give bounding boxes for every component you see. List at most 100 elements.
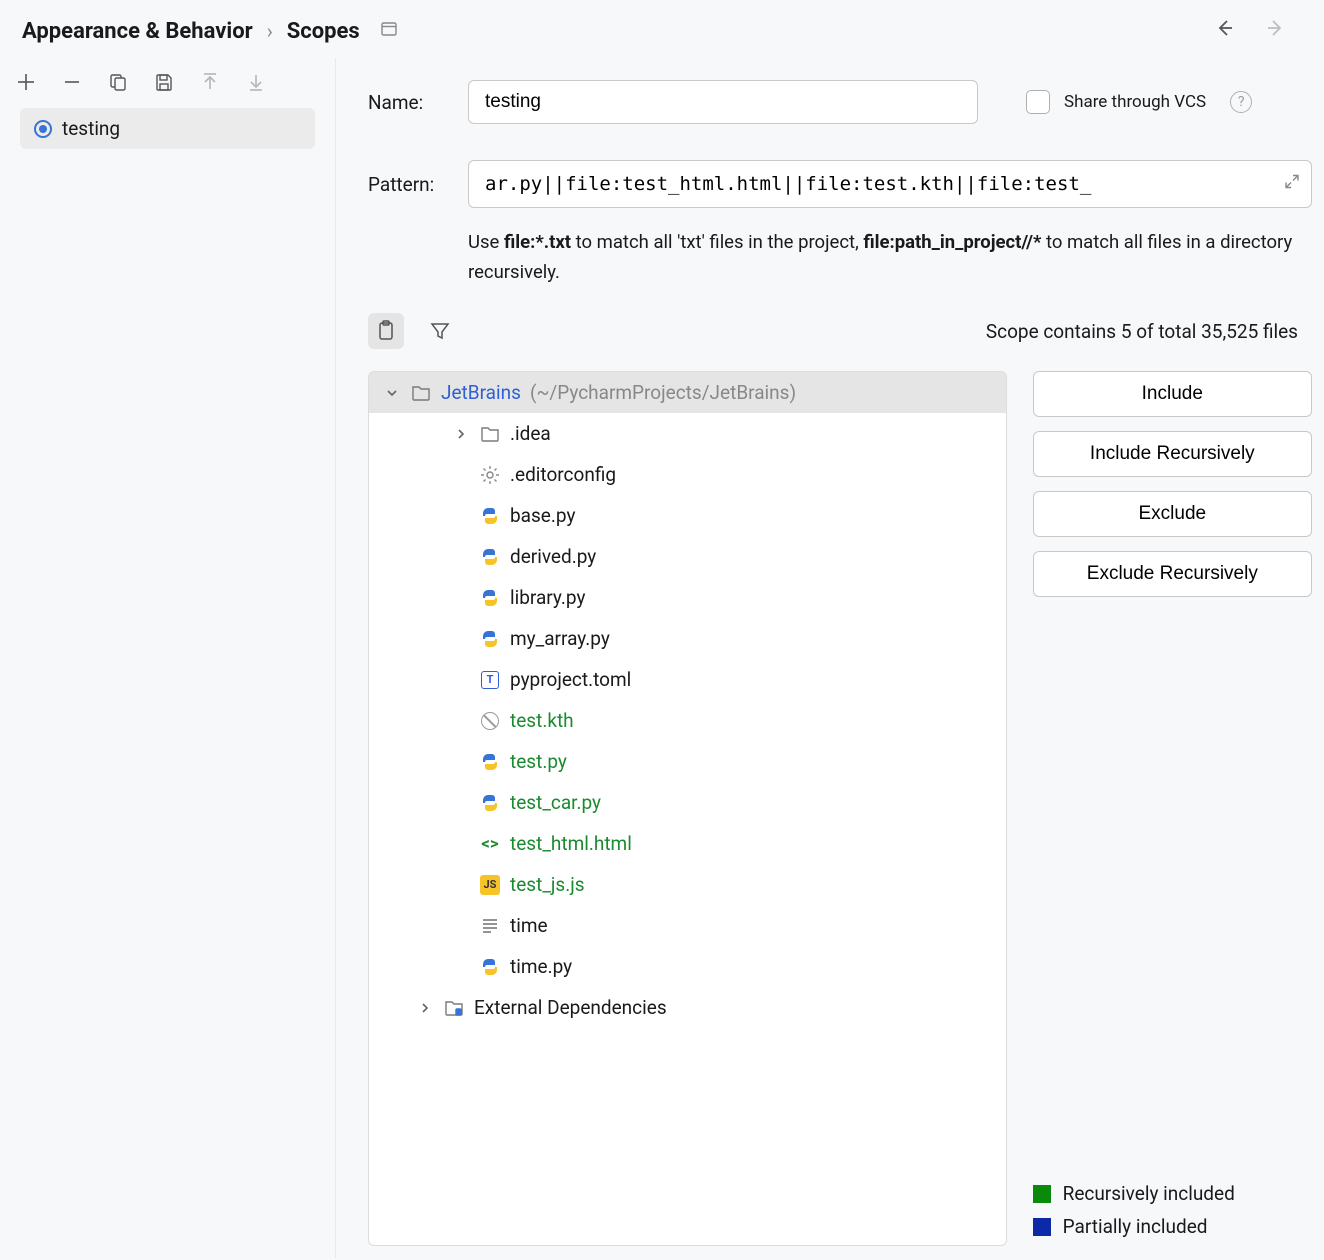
tree-root-path: (~/PycharmProjects/JetBrains)	[530, 381, 796, 404]
python-icon	[479, 587, 501, 609]
tree-external-label: External Dependencies	[474, 996, 667, 1019]
legend-recursively-included: Recursively included	[1033, 1182, 1312, 1205]
window-icon[interactable]	[380, 19, 398, 44]
exclude-recursively-button[interactable]: Exclude Recursively	[1033, 551, 1312, 597]
tree-item[interactable]: ·Tpyproject.toml	[369, 659, 1006, 700]
share-vcs-row: Share through VCS ?	[1026, 90, 1252, 114]
chevron-right-icon[interactable]	[416, 1002, 434, 1014]
tree-item-label: library.py	[510, 586, 585, 609]
tree-item[interactable]: ·test_car.py	[369, 782, 1006, 823]
right-panel: Name: Share through VCS ? Pattern: Use f…	[336, 58, 1324, 1258]
python-icon	[479, 628, 501, 650]
scope-actions: Include Include Recursively Exclude Excl…	[1033, 371, 1312, 1246]
include-recursively-button[interactable]: Include Recursively	[1033, 431, 1312, 477]
legend: Recursively included Partially included	[1033, 1182, 1312, 1246]
python-icon	[479, 546, 501, 568]
add-button[interactable]	[14, 70, 38, 94]
name-label: Name:	[368, 91, 448, 114]
tree-root-name: JetBrains	[441, 381, 521, 404]
chevron-down-icon[interactable]	[383, 387, 401, 399]
exclude-button[interactable]: Exclude	[1033, 491, 1312, 537]
help-icon[interactable]: ?	[1230, 91, 1252, 113]
scope-local-icon	[34, 120, 52, 138]
html-icon: <>	[479, 833, 501, 855]
scope-status: Scope contains 5 of total 35,525 files	[986, 320, 1298, 343]
clipboard-button[interactable]	[368, 313, 404, 349]
nav-arrows	[1212, 16, 1302, 46]
back-button[interactable]	[1212, 16, 1236, 46]
copy-button[interactable]	[106, 70, 130, 94]
save-button[interactable]	[152, 70, 176, 94]
pattern-hint: Use file:*.txt to match all 'txt' files …	[468, 228, 1308, 287]
breadcrumb-parent[interactable]: Appearance & Behavior	[22, 19, 253, 44]
tree-item-label: test.py	[510, 750, 567, 773]
content-row: JetBrains (~/PycharmProjects/JetBrains) …	[368, 371, 1312, 1246]
tree-item[interactable]: ·test.kth	[369, 700, 1006, 741]
gear-icon	[479, 464, 501, 486]
tree-item[interactable]: ·derived.py	[369, 536, 1006, 577]
name-input[interactable]	[468, 80, 978, 124]
folder-icon	[410, 382, 432, 404]
tree-item-label: test_car.py	[510, 791, 601, 814]
folder-icon	[479, 423, 501, 445]
text-file-icon	[479, 915, 501, 937]
tree-item-label: time	[510, 914, 548, 937]
tree-item[interactable]: ·base.py	[369, 495, 1006, 536]
include-button[interactable]: Include	[1033, 371, 1312, 417]
python-icon	[479, 956, 501, 978]
file-tree: JetBrains (~/PycharmProjects/JetBrains) …	[368, 371, 1007, 1246]
tree-item-label: base.py	[510, 504, 575, 527]
breadcrumb-current: Scopes	[287, 19, 360, 44]
scope-list: testing	[0, 108, 335, 149]
header: Appearance & Behavior › Scopes	[0, 0, 1324, 58]
python-icon	[479, 792, 501, 814]
square-green-icon	[1033, 1185, 1051, 1203]
unknown-file-icon	[479, 710, 501, 732]
tree-item[interactable]: ·my_array.py	[369, 618, 1006, 659]
tree-item[interactable]: ·JStest_js.js	[369, 864, 1006, 905]
tree-item[interactable]: ·library.py	[369, 577, 1006, 618]
tree-item[interactable]: ·.editorconfig	[369, 454, 1006, 495]
breadcrumb: Appearance & Behavior › Scopes	[22, 19, 398, 44]
pattern-label: Pattern:	[368, 173, 448, 196]
tree-item-label: my_array.py	[510, 627, 610, 650]
expand-icon[interactable]	[1284, 174, 1300, 195]
tree-item-label: test_html.html	[510, 832, 632, 855]
tree-item[interactable]: ·time.py	[369, 946, 1006, 987]
move-up-button[interactable]	[198, 70, 222, 94]
pattern-row: Pattern:	[368, 160, 1312, 208]
tree-root[interactable]: JetBrains (~/PycharmProjects/JetBrains)	[369, 372, 1006, 413]
share-vcs-checkbox[interactable]	[1026, 90, 1050, 114]
left-panel: testing	[0, 58, 336, 1258]
share-vcs-label: Share through VCS	[1064, 92, 1206, 112]
tree-item-label: .idea	[510, 422, 551, 445]
js-icon: JS	[479, 874, 501, 896]
chevron-right-icon[interactable]	[452, 428, 470, 440]
tree-toolbar: Scope contains 5 of total 35,525 files	[368, 313, 1312, 349]
legend-partially-included: Partially included	[1033, 1215, 1312, 1238]
tree-item[interactable]: .idea	[369, 413, 1006, 454]
tree-item[interactable]: ·time	[369, 905, 1006, 946]
pattern-input[interactable]	[468, 160, 1312, 208]
tree-item-label: time.py	[510, 955, 572, 978]
remove-button[interactable]	[60, 70, 84, 94]
toml-icon: T	[479, 669, 501, 691]
chevron-right-icon: ›	[267, 19, 273, 43]
tree-item[interactable]: ·test.py	[369, 741, 1006, 782]
square-blue-icon	[1033, 1218, 1051, 1236]
forward-button[interactable]	[1264, 16, 1288, 46]
library-icon	[443, 997, 465, 1019]
tree-external-deps[interactable]: External Dependencies	[369, 987, 1006, 1028]
tree-item-label: test_js.js	[510, 873, 585, 896]
tree-item-label: derived.py	[510, 545, 596, 568]
scope-item-label: testing	[62, 117, 120, 140]
python-icon	[479, 505, 501, 527]
move-down-button[interactable]	[244, 70, 268, 94]
tree-item[interactable]: ·<>test_html.html	[369, 823, 1006, 864]
pattern-wrapper	[468, 160, 1312, 208]
filter-button[interactable]	[422, 313, 458, 349]
scope-item-testing[interactable]: testing	[20, 108, 315, 149]
tree-item-label: pyproject.toml	[510, 668, 631, 691]
scopes-toolbar	[0, 58, 335, 108]
tree-item-label: .editorconfig	[510, 463, 616, 486]
